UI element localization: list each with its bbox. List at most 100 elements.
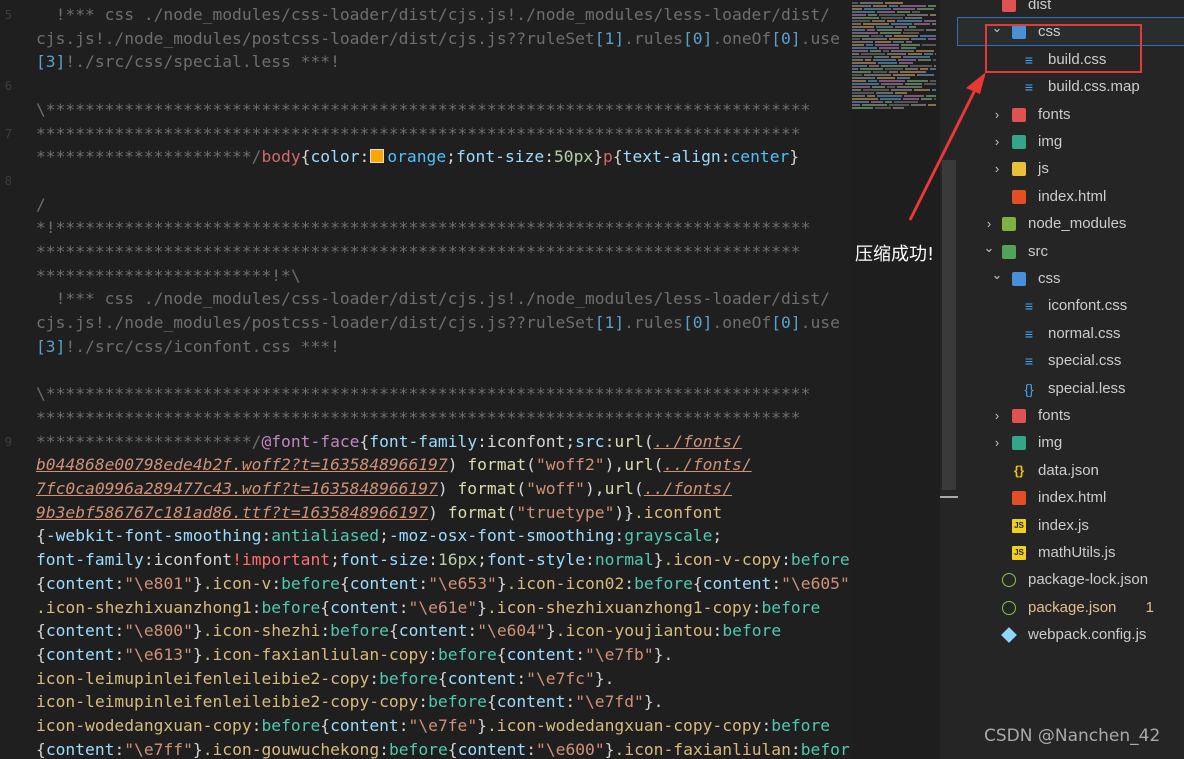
code-token: [0] (771, 313, 801, 333)
code-line[interactable]: b044868e00798ede4b2f.woff2?t=16358489661… (36, 453, 752, 477)
tree-file-normal-css[interactable]: ≡ normal.css (958, 320, 1184, 347)
code-line[interactable]: !*** css ./node_modules/css-loader/dist/… (36, 3, 830, 27)
code-line[interactable]: font-family:iconfont!important;font-size… (36, 548, 850, 572)
folder-icon (1002, 0, 1016, 12)
code-line[interactable]: icon-leimupinleifenleileibie2-copy-copy:… (36, 690, 663, 714)
minimap-line (875, 44, 899, 46)
minimap-line (852, 65, 867, 67)
code-line[interactable]: {content:"\e801"}.icon-v:before{content:… (36, 572, 850, 596)
minimap-line (862, 104, 887, 106)
code-line[interactable]: *!**************************************… (36, 216, 810, 240)
minimap-line (873, 59, 896, 61)
code-token: ( (643, 431, 654, 451)
code-line[interactable]: {content:"\e613"}.icon-faxianliulan-copy… (36, 643, 673, 667)
code-editor[interactable]: 5 6 7 8 9 !*** css ./node_modules/css-loader… (0, 0, 850, 759)
tree-item-label: package.json (1028, 598, 1117, 616)
tree-file-package-json[interactable]: package.json 1 (958, 594, 1184, 621)
code-line[interactable]: [3]!./src/css/special.less ***! (36, 50, 340, 74)
code-token: color (310, 147, 360, 167)
tree-file-special-less[interactable]: {} special.less (958, 375, 1184, 402)
chevron-down-icon[interactable]: ⌄ (982, 234, 996, 261)
tree-file-iconfont-css[interactable]: ≡ iconfont.css (958, 292, 1184, 319)
minimap-line (852, 50, 868, 52)
minimap-line (933, 59, 936, 61)
code-token: before (800, 739, 850, 759)
minimap-line (891, 56, 901, 58)
code-line[interactable]: cjs.js!./node_modules/postcss-loader/dis… (36, 311, 840, 335)
code-token: content (45, 644, 115, 664)
chevron-right-icon[interactable]: › (990, 128, 1004, 155)
code-token: before (330, 621, 389, 641)
minimap-line (852, 41, 873, 43)
code-line[interactable]: ****************************************… (36, 240, 801, 264)
color-swatch[interactable] (370, 149, 385, 164)
chevron-right-icon[interactable]: › (990, 155, 1004, 182)
scrollbar-marker (940, 496, 958, 498)
code-line[interactable]: icon-leimupinleifenleileibie2-copy:befor… (36, 667, 614, 691)
tree-file-package-lock-json[interactable]: package-lock.json (958, 566, 1184, 593)
minimap-line (873, 71, 887, 73)
code-line[interactable]: \***************************************… (36, 382, 810, 406)
code-token: content (45, 621, 115, 641)
chevron-right-icon[interactable]: › (990, 402, 1004, 429)
folder-image-icon (1012, 135, 1026, 149)
tree-file-build-css-map[interactable]: ≡ build.css.map (958, 73, 1184, 100)
code-token: "\e7fd" (575, 692, 644, 712)
code-token: before (761, 597, 821, 617)
tree-folder-src-fonts[interactable]: › fonts (958, 402, 1184, 429)
tree-file-dist-index-html[interactable]: index.html (958, 183, 1184, 210)
tree-file-src-index-html[interactable]: index.html (958, 484, 1184, 511)
chevron-right-icon[interactable]: › (990, 101, 1004, 128)
code-token: { (36, 739, 46, 759)
tree-file-mathutils-js[interactable]: JS mathUtils.js (958, 539, 1184, 566)
chevron-right-icon[interactable]: › (990, 429, 1004, 456)
code-line[interactable]: ************************!*\ (36, 264, 301, 288)
tree-file-special-css[interactable]: ≡ special.css (958, 347, 1184, 374)
code-line[interactable]: ****************************************… (36, 122, 801, 146)
code-token: before (437, 644, 497, 664)
code-line[interactable]: {content:"\e800"}.icon-shezhi:before{con… (36, 619, 781, 643)
code-token: } (192, 621, 203, 641)
minimap-line (900, 5, 926, 7)
code-line[interactable]: cjs.js!./node_modules/postcss-loader/dis… (36, 27, 840, 51)
tree-file-index-js[interactable]: JS index.js (958, 512, 1184, 539)
code-token: .oneOf (712, 313, 772, 333)
tree-folder-src-img[interactable]: › img (958, 429, 1184, 456)
code-line[interactable]: ****************************************… (36, 406, 801, 430)
code-line[interactable]: !*** css ./node_modules/css-loader/dist/… (36, 287, 830, 311)
minimap-line (891, 50, 914, 52)
code-token: { (486, 692, 497, 712)
code-line[interactable]: {content:"\e7ff"}.icon-gouwuchekong:befo… (36, 738, 850, 759)
code-line[interactable]: 7fc0ca0996a289477c43.woff?t=163584896619… (36, 477, 732, 501)
code-token: } (192, 644, 203, 664)
minimap-line (852, 23, 861, 25)
code-line[interactable]: 9b3ebf586767c181ad86.ttf?t=1635848966197… (36, 501, 722, 525)
code-line[interactable]: / (36, 193, 46, 217)
tree-folder-src-css[interactable]: ⌄ css (958, 265, 1184, 292)
problem-count-badge: 1 (1145, 598, 1154, 616)
minimap-line (852, 38, 860, 40)
code-token: : (712, 621, 723, 641)
code-line[interactable]: [3]!./src/css/iconfont.css ***! (36, 335, 340, 359)
code-line[interactable]: icon-wodedangxuan-copy:before{content:"\… (36, 714, 830, 738)
tree-file-data-json[interactable]: {} data.json (958, 457, 1184, 484)
tree-folder-dist-fonts[interactable]: › fonts (958, 101, 1184, 128)
code-token: content (349, 573, 419, 593)
minimap-line (852, 53, 859, 55)
code-token: .iconfont (633, 502, 723, 522)
code-token: ( (634, 479, 644, 498)
chevron-down-icon[interactable]: ⌄ (990, 261, 1004, 288)
tree-folder-dist-js[interactable]: › js (958, 155, 1184, 182)
code-token: : (565, 692, 576, 712)
tree-folder-dist-img[interactable]: › img (958, 128, 1184, 155)
code-line[interactable]: {-webkit-font-smoothing:antialiased;-moz… (36, 524, 722, 548)
tree-file-webpack-config-js[interactable]: webpack.config.js (958, 621, 1184, 648)
code-line[interactable]: \***************************************… (36, 98, 810, 122)
minimap-line (877, 95, 902, 97)
code-token: : (751, 597, 762, 617)
code-line[interactable]: **********************/@font-face{font-f… (36, 430, 742, 454)
code-line[interactable]: **********************/body{color: orange… (36, 145, 799, 169)
code-line[interactable]: .icon-shezhixuanzhong1:before{content:"\… (36, 596, 820, 620)
minimap-line (876, 26, 893, 28)
tree-item-label: special.css (1048, 352, 1122, 370)
